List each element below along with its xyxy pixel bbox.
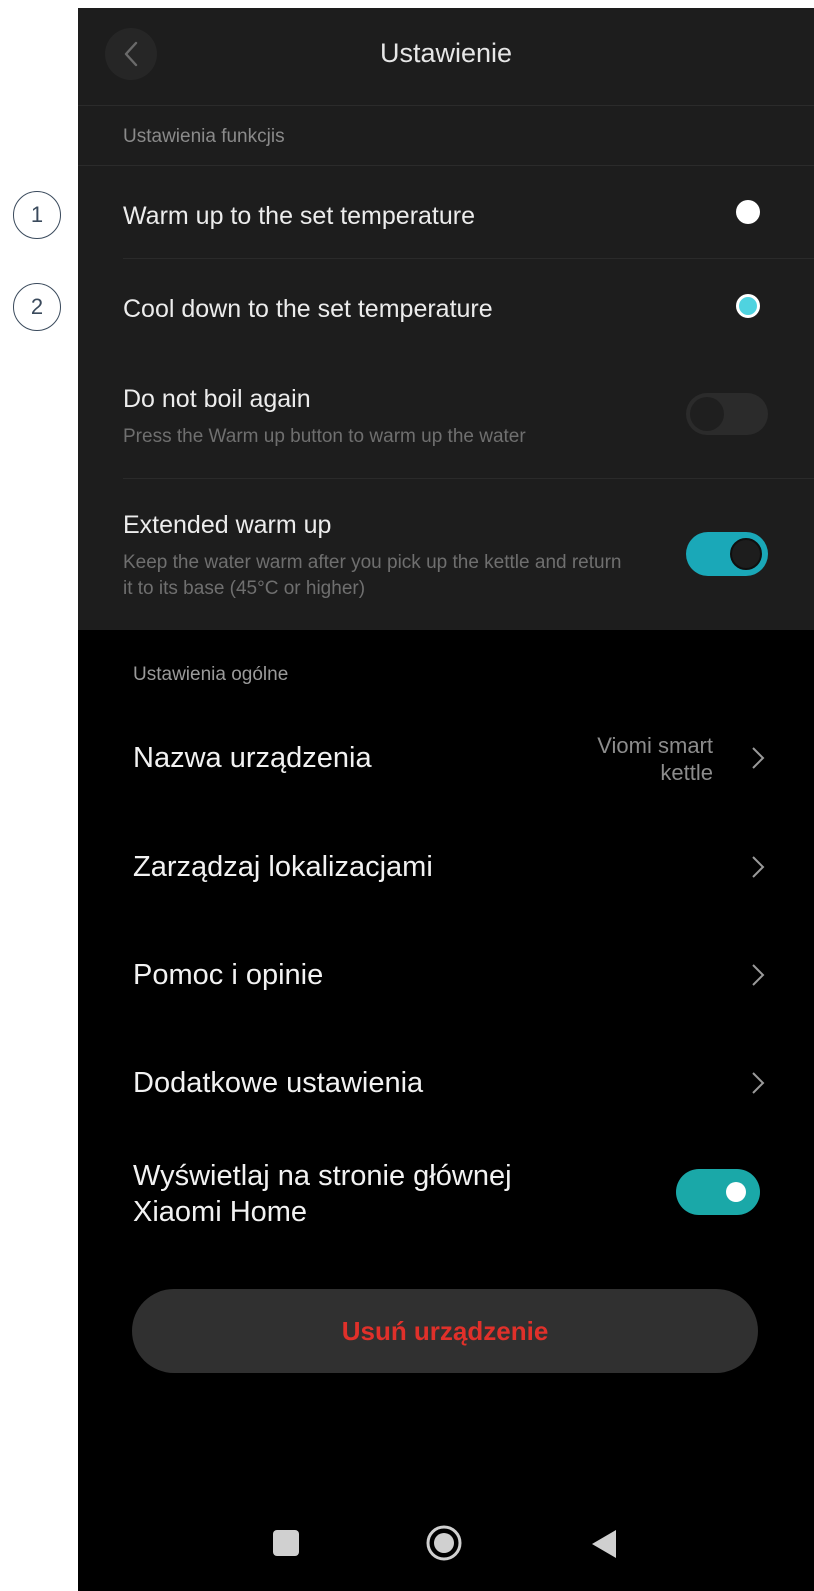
back-triangle-icon[interactable] <box>590 1528 618 1560</box>
radio-unselected[interactable] <box>736 200 760 224</box>
device-name-value-line1: Viomi smart <box>597 733 713 758</box>
toggle-knob <box>690 397 724 431</box>
additional-settings-row[interactable]: Dodatkowe ustawienia <box>133 1053 773 1113</box>
chevron-right-icon <box>752 747 765 769</box>
do-not-boil-toggle[interactable] <box>686 393 768 435</box>
remove-device-button[interactable]: Usuń urządzenie <box>132 1289 758 1373</box>
device-name-value: Viomi smart kettle <box>597 732 713 786</box>
toggle-knob <box>730 538 762 570</box>
manage-locations-label: Zarządzaj lokalizacjami <box>133 851 433 883</box>
device-name-row[interactable]: Nazwa urządzenia Viomi smart kettle <box>133 728 773 788</box>
device-name-label: Nazwa urządzenia <box>133 742 372 774</box>
divider <box>123 478 814 479</box>
extended-warm-description-line1: Keep the water warm after you pick up th… <box>123 552 622 573</box>
annotation-marker-2: 2 <box>13 283 61 331</box>
option-warm-up[interactable]: Warm up to the set temperature <box>78 166 814 258</box>
recents-square-icon[interactable] <box>273 1530 299 1556</box>
chevron-right-icon <box>752 856 765 878</box>
show-on-home-row: Wyświetlaj na stronie głównej Xiaomi Hom… <box>133 1158 653 1230</box>
help-feedback-row[interactable]: Pomoc i opinie <box>133 945 773 1005</box>
function-settings-panel: Ustawienie Ustawienia funkcjis Warm up t… <box>78 8 814 630</box>
section-label-general-settings: Ustawienia ogólne <box>133 664 289 685</box>
extended-warm-description-line2: it to its base (45°C or higher) <box>123 578 366 599</box>
show-on-home-label-line1: Wyświetlaj na stronie głównej <box>133 1160 512 1192</box>
additional-settings-label: Dodatkowe ustawienia <box>133 1067 424 1099</box>
header-bar: Ustawienie <box>78 8 814 106</box>
annotation-marker-1: 1 <box>13 191 61 239</box>
chevron-right-icon <box>752 964 765 986</box>
extended-warm-toggle[interactable] <box>686 532 768 576</box>
option-cool-down[interactable]: Cool down to the set temperature <box>78 259 814 351</box>
page-title: Ustawienie <box>379 38 513 68</box>
home-circle-icon[interactable] <box>425 1524 463 1562</box>
show-on-home-toggle[interactable] <box>676 1169 760 1215</box>
option-cool-down-label: Cool down to the set temperature <box>123 295 493 323</box>
section-label-function-settings: Ustawienia funkcjis <box>123 126 285 147</box>
option-warm-up-label: Warm up to the set temperature <box>123 202 476 230</box>
phone-screen: Ustawienie Ustawienia funkcjis Warm up t… <box>78 8 814 1591</box>
radio-selected[interactable] <box>736 294 760 318</box>
help-feedback-label: Pomoc i opinie <box>133 959 324 991</box>
extended-warm-label: Extended warm up <box>123 511 332 539</box>
chevron-right-icon <box>752 1072 765 1094</box>
do-not-boil-description: Press the Warm up button to warm up the … <box>123 426 526 447</box>
show-on-home-label-line2: Xiaomi Home <box>133 1196 308 1228</box>
system-navigation-bar <box>78 1520 814 1591</box>
manage-locations-row[interactable]: Zarządzaj lokalizacjami <box>133 837 773 897</box>
device-name-value-line2: kettle <box>660 760 713 785</box>
do-not-boil-label: Do not boil again <box>123 385 311 413</box>
toggle-knob <box>726 1182 746 1202</box>
